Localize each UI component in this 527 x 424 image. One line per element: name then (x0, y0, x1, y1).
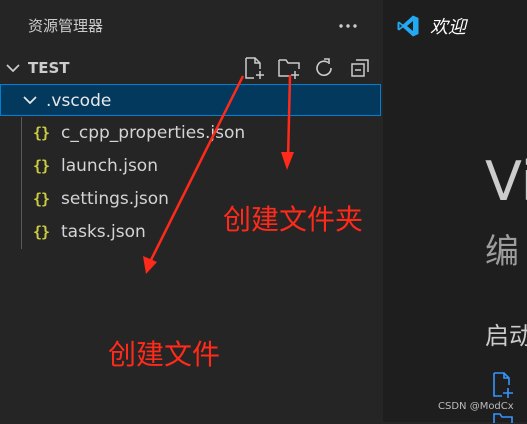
json-file-icon: {} (33, 190, 50, 208)
indent-guide (21, 150, 22, 183)
explorer-header: 资源管理器 (0, 0, 383, 52)
indent-guide (21, 183, 22, 216)
refresh-icon[interactable] (311, 55, 337, 81)
new-file-icon[interactable] (241, 55, 267, 81)
watermark: CSDN @ModCx (438, 401, 514, 412)
annotation-new-folder: 创建文件夹 (223, 203, 364, 236)
start-heading: 启动 (485, 322, 527, 350)
file-item[interactable]: {} c_cpp_properties.json (0, 117, 383, 150)
vscode-logo-icon (396, 14, 420, 38)
json-file-icon: {} (33, 157, 50, 175)
chevron-down-icon (21, 91, 39, 109)
file-label: settings.json (61, 189, 169, 209)
explorer-title: 资源管理器 (28, 17, 104, 35)
folder-vscode[interactable]: .vscode (0, 84, 381, 116)
indent-guide (21, 216, 22, 249)
workspace-title: TEST (28, 59, 70, 77)
tab-welcome[interactable]: 欢迎 (383, 0, 527, 52)
ellipsis-icon[interactable] (336, 14, 360, 38)
indent-guide (21, 117, 22, 150)
collapse-all-icon[interactable] (347, 55, 373, 81)
welcome-subtitle: 编 (485, 232, 519, 272)
file-label: tasks.json (61, 222, 146, 242)
file-label: launch.json (61, 156, 158, 176)
file-label: c_cpp_properties.json (61, 123, 246, 143)
file-item[interactable]: {} launch.json (0, 150, 383, 183)
json-file-icon: {} (33, 223, 50, 241)
new-file-icon[interactable] (490, 370, 516, 400)
tab-label: 欢迎 (430, 17, 466, 38)
folder-label: .vscode (46, 91, 112, 111)
chevron-down-icon (4, 59, 22, 77)
editor-area: 欢迎 Vi 编 启动 (383, 0, 527, 423)
annotation-new-file: 创建文件 (108, 338, 221, 371)
welcome-title: Vi (485, 150, 527, 213)
new-folder-icon[interactable] (276, 55, 302, 81)
json-file-icon: {} (33, 124, 50, 142)
